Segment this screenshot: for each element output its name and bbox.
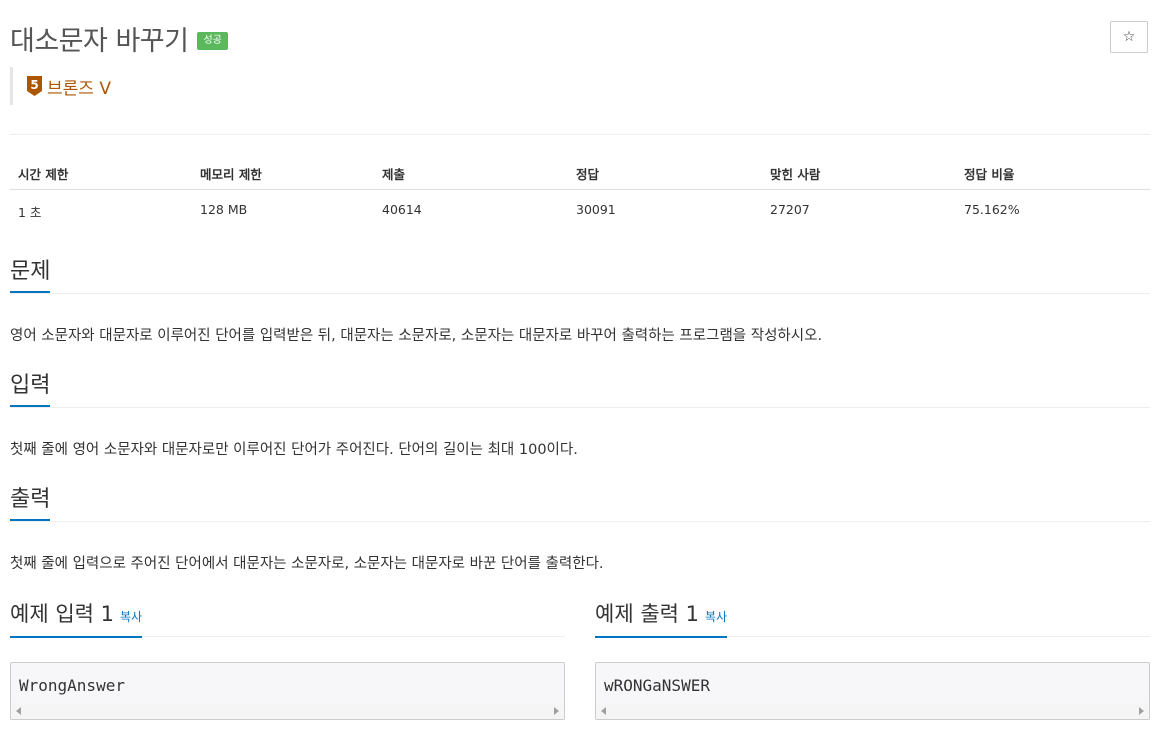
value-memory-limit: 128 MB <box>200 202 248 217</box>
sample-output-content: wRONGaNSWER <box>604 676 710 695</box>
horizontal-scrollbar[interactable] <box>11 703 564 719</box>
section-headline: 문제 <box>10 258 1150 294</box>
sample-output-title: 예제 출력 1 복사 <box>595 600 728 638</box>
output-text: 첫째 줄에 입력으로 주어진 단어에서 대문자는 소문자로, 소문자는 대문자로… <box>10 556 604 572</box>
sample-output-header: 예제 출력 1 복사 <box>595 600 1150 638</box>
section-description: 문제 영어 소문자와 대문자로 이루어진 단어를 입력받은 뒤, 대문자는 소문… <box>10 258 1150 344</box>
section-headline: 입력 <box>10 372 1150 408</box>
header-time-limit: 시간 제한 <box>18 167 69 182</box>
tier-number: 5 <box>30 78 38 92</box>
sample-input-panel: 예제 입력 1 복사 WrongAnswer <box>10 600 565 720</box>
value-accepted: 30091 <box>576 202 616 217</box>
value-solved-users: 27207 <box>770 202 810 217</box>
sample-input-heading: 예제 입력 1 <box>10 602 114 626</box>
info-table-row: 1 초 128 MB 40614 30091 27207 75.162% <box>10 190 1150 226</box>
scroll-right-icon[interactable] <box>1139 707 1144 715</box>
tier-block: 5 브론즈 V <box>10 67 111 105</box>
sample-output-box[interactable]: wRONGaNSWER <box>595 662 1150 720</box>
header-accept-ratio: 정답 비율 <box>964 167 1015 182</box>
section-title-description: 문제 <box>10 258 51 293</box>
value-time-limit: 1 초 <box>18 205 42 220</box>
tier-bronze-icon: 5 <box>27 76 42 96</box>
info-table-header: 시간 제한 메모리 제한 제출 정답 맞힌 사람 정답 비율 <box>10 152 1150 190</box>
sample-input-title: 예제 입력 1 복사 <box>10 600 143 638</box>
section-title-input: 입력 <box>10 372 51 407</box>
header-solved-users: 맞힌 사람 <box>770 167 821 182</box>
problem-header: 대소문자 바꾸기 성공 <box>10 18 228 58</box>
scroll-left-icon[interactable] <box>601 707 606 715</box>
problem-info-table: 시간 제한 메모리 제한 제출 정답 맞힌 사람 정답 비율 1 초 128 M… <box>10 152 1150 226</box>
header-submissions: 제출 <box>382 167 406 182</box>
status-badge: 성공 <box>197 32 228 50</box>
section-headline: 출력 <box>10 486 1150 522</box>
sample-input-content: WrongAnswer <box>19 676 125 695</box>
star-icon: ☆ <box>1122 29 1136 45</box>
header-memory-limit: 메모리 제한 <box>200 167 262 182</box>
sample-input-header: 예제 입력 1 복사 <box>10 600 565 638</box>
value-accept-ratio: 75.162% <box>964 202 1020 217</box>
sample-output-panel: 예제 출력 1 복사 wRONGaNSWER <box>595 600 1150 720</box>
section-output: 출력 첫째 줄에 입력으로 주어진 단어에서 대문자는 소문자로, 소문자는 대… <box>10 486 1150 572</box>
copy-sample-output-button[interactable]: 복사 <box>705 610 727 624</box>
scroll-right-icon[interactable] <box>554 707 559 715</box>
section-title-output: 출력 <box>10 486 51 521</box>
description-text: 영어 소문자와 대문자로 이루어진 단어를 입력받은 뒤, 대문자는 소문자로,… <box>10 328 823 344</box>
divider <box>10 134 1150 135</box>
header-accepted: 정답 <box>576 167 600 182</box>
page-title: 대소문자 바꾸기 <box>10 25 189 57</box>
scroll-left-icon[interactable] <box>16 707 21 715</box>
sample-output-heading: 예제 출력 1 <box>595 602 699 626</box>
horizontal-scrollbar[interactable] <box>596 703 1149 719</box>
value-submissions: 40614 <box>382 202 422 217</box>
copy-sample-input-button[interactable]: 복사 <box>120 610 142 624</box>
sample-input-box[interactable]: WrongAnswer <box>10 662 565 720</box>
input-text: 첫째 줄에 영어 소문자와 대문자로만 이루어진 단어가 주어진다. 단어의 길… <box>10 442 578 458</box>
star-button[interactable]: ☆ <box>1110 21 1148 53</box>
tier-label[interactable]: 브론즈 V <box>47 74 111 99</box>
section-input: 입력 첫째 줄에 영어 소문자와 대문자로만 이루어진 단어가 주어진다. 단어… <box>10 372 1150 458</box>
